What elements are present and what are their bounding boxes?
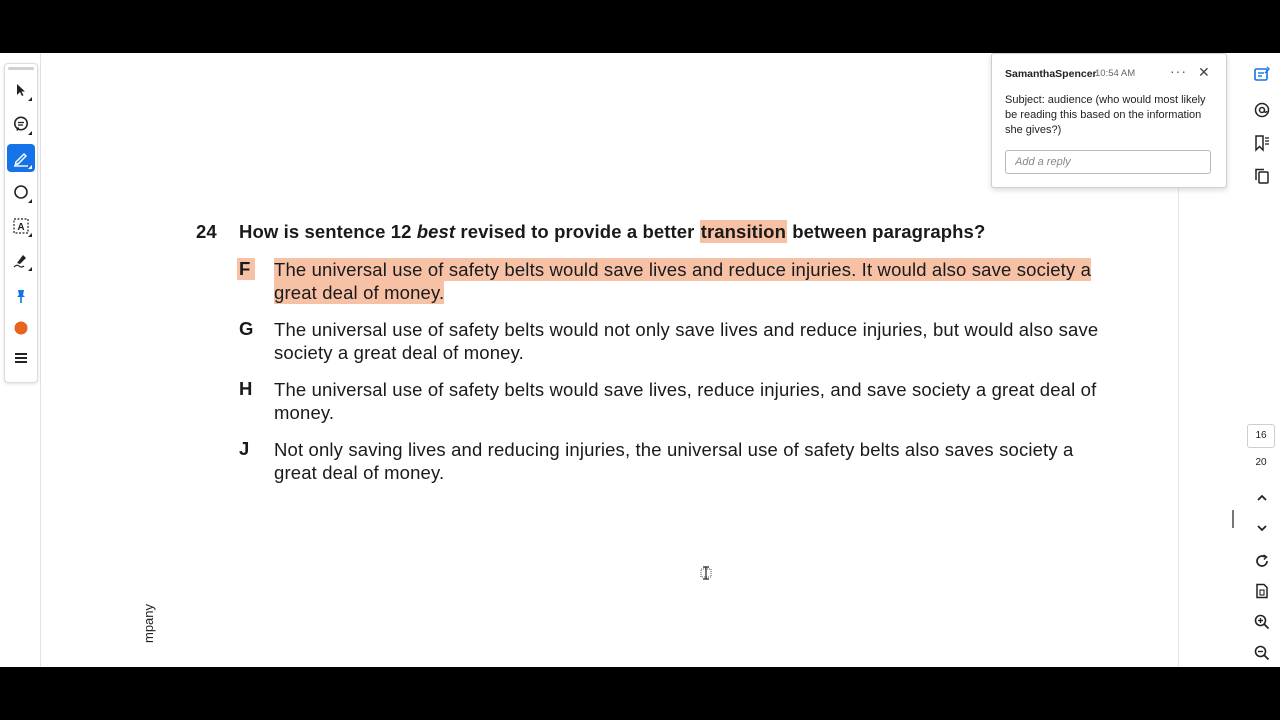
answer-letter: F <box>237 258 255 280</box>
close-icon[interactable]: ✕ <box>1198 64 1210 81</box>
comment-body: Subject: audience (who would most likely… <box>1005 94 1206 136</box>
comment-author: SamanthaSpencer <box>1005 68 1097 80</box>
rotate-button[interactable] <box>1251 550 1273 572</box>
pin-tool-button[interactable] <box>7 282 35 310</box>
question-emphasis: best <box>416 221 456 242</box>
previous-page-button[interactable] <box>1251 487 1273 509</box>
arrow-cursor-icon <box>17 84 25 96</box>
chevron-down-icon <box>1257 525 1267 532</box>
answer-text[interactable]: The universal use of safety belts would … <box>274 378 1114 424</box>
tool-panel-grip[interactable] <box>8 67 34 70</box>
scrollbar-thumb[interactable] <box>1232 510 1234 528</box>
refresh-icon <box>1256 554 1268 567</box>
reply-input[interactable] <box>1005 150 1211 174</box>
zoom-out-icon <box>1254 645 1270 661</box>
highlight-tool-button[interactable] <box>7 144 35 172</box>
answer-text[interactable]: Not only saving lives and reducing injur… <box>274 438 1114 484</box>
more-options-icon[interactable]: ··· <box>1170 63 1187 79</box>
zoom-in-icon <box>1254 614 1270 630</box>
answer-letter: H <box>239 378 253 399</box>
circle-icon <box>14 185 28 199</box>
comment-popup: SamanthaSpencer 10:54 AM ··· ✕ Subject: … <box>991 53 1227 188</box>
page-number-input[interactable]: 16 <box>1247 424 1275 448</box>
pdf-viewer: A 24 How is sentence 12 best revised to … <box>0 53 1280 667</box>
share-button[interactable] <box>1251 99 1273 121</box>
tool-panel: A <box>4 63 38 383</box>
comments-panel-icon <box>1254 66 1270 81</box>
shape-tool-button[interactable] <box>7 178 35 206</box>
next-page-button[interactable] <box>1251 517 1273 539</box>
rotated-footer-text: mpany <box>141 603 156 643</box>
answer-text[interactable]: The universal use of safety belts would … <box>274 258 1114 304</box>
pin-icon <box>17 290 25 303</box>
comment-time: 10:54 AM <box>1095 68 1136 79</box>
answer-letter: J <box>239 438 250 459</box>
zoom-in-button[interactable] <box>1251 611 1273 633</box>
chevron-up-icon <box>1257 494 1267 501</box>
bookmark-button[interactable] <box>1251 132 1273 154</box>
text-cursor-icon <box>700 566 712 583</box>
question-number: 24 <box>196 221 217 242</box>
left-toolbar: A <box>0 53 41 667</box>
answer-letter: G <box>239 318 254 339</box>
comment-tool-button[interactable] <box>7 110 35 138</box>
menu-icon <box>15 353 27 363</box>
color-dot-icon <box>14 321 28 335</box>
copy-pages-icon <box>1255 168 1269 184</box>
bookmark-icon <box>1255 135 1269 152</box>
color-tool-button[interactable] <box>7 314 35 342</box>
answer-text[interactable]: The universal use of safety belts would … <box>274 318 1114 364</box>
question-text: How is sentence 12 best revised to provi… <box>239 220 986 243</box>
zoom-out-button[interactable] <box>1251 642 1273 664</box>
select-tool-button[interactable] <box>7 76 35 104</box>
page-fit-icon <box>1256 583 1268 599</box>
svg-text:A: A <box>17 222 24 233</box>
highlighted-answer-text[interactable]: The universal use of safety belts would … <box>274 258 1092 304</box>
sign-tool-button[interactable] <box>7 246 35 274</box>
right-toolbar: 16 20 <box>1244 53 1280 667</box>
page-total: 20 <box>1255 457 1267 468</box>
share-icon <box>1254 102 1270 118</box>
organize-pages-button[interactable] <box>1251 165 1273 187</box>
comments-panel-button[interactable] <box>1251 63 1273 85</box>
fit-page-button[interactable] <box>1251 580 1273 602</box>
more-tools-button[interactable] <box>7 344 35 372</box>
highlighted-word[interactable]: transition <box>699 220 787 243</box>
text-tool-button[interactable]: A <box>7 212 35 240</box>
